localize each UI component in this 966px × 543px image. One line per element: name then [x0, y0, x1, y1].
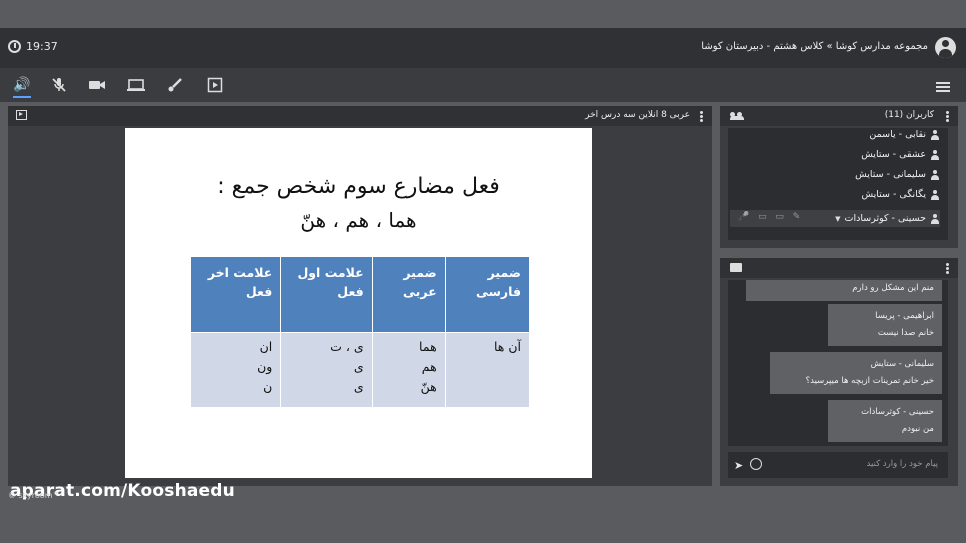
slide-table: ضمیر فارسی ضمیر عربی علامت اول فعل علامت… — [189, 256, 531, 408]
timer-text: 19:37 — [26, 40, 58, 53]
user-name: سلیمانی - ستایش — [855, 169, 926, 180]
brush-icon[interactable] — [166, 77, 184, 93]
list-item[interactable]: عشقی - ستایش — [861, 149, 940, 160]
table-cell: آن ها — [444, 332, 531, 408]
slide: فعل مضارع سوم شخص جمع : هما ، هم ، هنّ ض… — [125, 128, 592, 478]
presentation-header: عربی 8 انلاین سه درس اخر — [8, 106, 712, 126]
user-icon — [930, 189, 940, 200]
chat-header — [720, 258, 958, 278]
table-header-row: ضمیر فارسی ضمیر عربی علامت اول فعل علامت… — [189, 256, 531, 333]
screen-share-icon[interactable] — [127, 77, 145, 93]
user-icon — [930, 213, 940, 224]
chat-input[interactable]: ➤ پیام خود را وارد کنید — [728, 452, 948, 478]
send-icon[interactable]: ➤ — [734, 459, 743, 472]
chat-icon — [730, 263, 742, 272]
emoji-icon[interactable] — [750, 458, 762, 470]
menu-icon[interactable] — [936, 82, 950, 92]
table-header: علامت اول فعل — [280, 256, 373, 333]
chat-message: حسینی - کوثرسادات من نبودم — [828, 400, 942, 442]
session-timer: 19:37 — [8, 40, 58, 53]
chat-placeholder: پیام خود را وارد کنید — [866, 459, 938, 469]
chat-more-icon[interactable] — [946, 263, 949, 274]
clock-icon — [8, 40, 21, 53]
message-text: من نبودم — [901, 424, 934, 434]
table-row: آن ها هما هم هنّ ی ، ت ی ی ان ون ن — [189, 332, 531, 408]
user-name: نقابی - یاسمن — [869, 129, 926, 140]
table-cell: ان ون ن — [189, 332, 282, 408]
message-text: خانم صدا نیست — [877, 328, 934, 338]
chat-message: منم این مشکل رو دارم — [746, 280, 942, 301]
chat-panel: منم این مشکل رو دارم ابراهیمی - پریسا خا… — [720, 258, 958, 486]
presentation-more-icon[interactable] — [700, 111, 703, 122]
slide-heading: فعل مضارع سوم شخص جمع : — [217, 174, 500, 199]
people-icon — [730, 112, 744, 120]
users-title: کاربران (11) — [884, 110, 934, 120]
message-sender: ابراهیمی - پریسا — [875, 311, 934, 321]
slide-subheading: هما ، هم ، هنّ — [300, 208, 417, 232]
chevron-down-icon[interactable]: ▼ — [835, 215, 840, 223]
camera-icon[interactable] — [88, 77, 106, 93]
user-name: حسینی - کوثرسادات — [844, 213, 926, 224]
top-bar: 19:37 مجموعه مدارس کوشا » کلاس هشتم - دب… — [0, 28, 966, 68]
users-panel: کاربران (11) نقابی - یاسمن عشقی - ستایش … — [720, 106, 958, 248]
presentation-panel: عربی 8 انلاین سه درس اخر فعل مضارع سوم ش… — [8, 106, 712, 486]
presentation-icon[interactable] — [206, 77, 224, 93]
list-item[interactable]: یگانگی - ستایش — [861, 189, 940, 200]
users-header: کاربران (11) — [720, 106, 958, 126]
message-sender: حسینی - کوثرسادات — [861, 407, 934, 417]
message-text: خیر خانم تمرینات ازبچه ها میپرسید؟ — [805, 376, 934, 386]
message-sender: سلیمانی - ستایش — [870, 359, 934, 369]
users-list[interactable]: نقابی - یاسمن عشقی - ستایش سلیمانی - ستا… — [728, 128, 948, 240]
message-text: منم این مشکل رو دارم — [852, 283, 934, 293]
users-more-icon[interactable] — [946, 111, 949, 122]
table-cell: ی ، ت ی ی — [280, 332, 373, 408]
fullscreen-icon[interactable] — [16, 110, 27, 120]
user-icon — [930, 169, 940, 180]
presentation-title: عربی 8 انلاین سه درس اخر — [585, 110, 690, 120]
chat-messages[interactable]: منم این مشکل رو دارم ابراهیمی - پریسا خا… — [728, 280, 948, 446]
table-header: ضمیر فارسی — [444, 256, 531, 333]
user-name: یگانگی - ستایش — [861, 189, 926, 200]
chat-message: ابراهیمی - پریسا خانم صدا نیست — [828, 304, 942, 346]
room-title: مجموعه مدارس کوشا » کلاس هشتم - دبیرستان… — [701, 41, 928, 52]
mic-muted-icon[interactable] — [50, 77, 68, 93]
table-header: علامت اخر فعل — [189, 256, 282, 333]
list-item[interactable]: سلیمانی - ستایش — [855, 169, 940, 180]
table-header: ضمیر عربی — [371, 256, 446, 333]
app-window: 19:37 مجموعه مدارس کوشا » کلاس هشتم - دب… — [0, 0, 966, 543]
brand-logo: © skyroom™ — [8, 491, 61, 500]
table-cell: هما هم هنّ — [371, 332, 446, 408]
user-icon — [930, 129, 940, 140]
chat-message: سلیمانی - ستایش خیر خانم تمرینات ازبچه ه… — [770, 352, 942, 394]
toolbar: 🔊 — [0, 68, 966, 102]
list-item[interactable]: نقابی - یاسمن — [869, 129, 940, 140]
user-avatar-icon[interactable] — [935, 37, 956, 58]
speaker-icon[interactable]: 🔊 — [13, 77, 31, 98]
user-icon — [930, 149, 940, 160]
user-name: عشقی - ستایش — [861, 149, 926, 160]
user-permission-icons[interactable]: 🎤 ▭ ▭ ✎ — [738, 212, 803, 222]
